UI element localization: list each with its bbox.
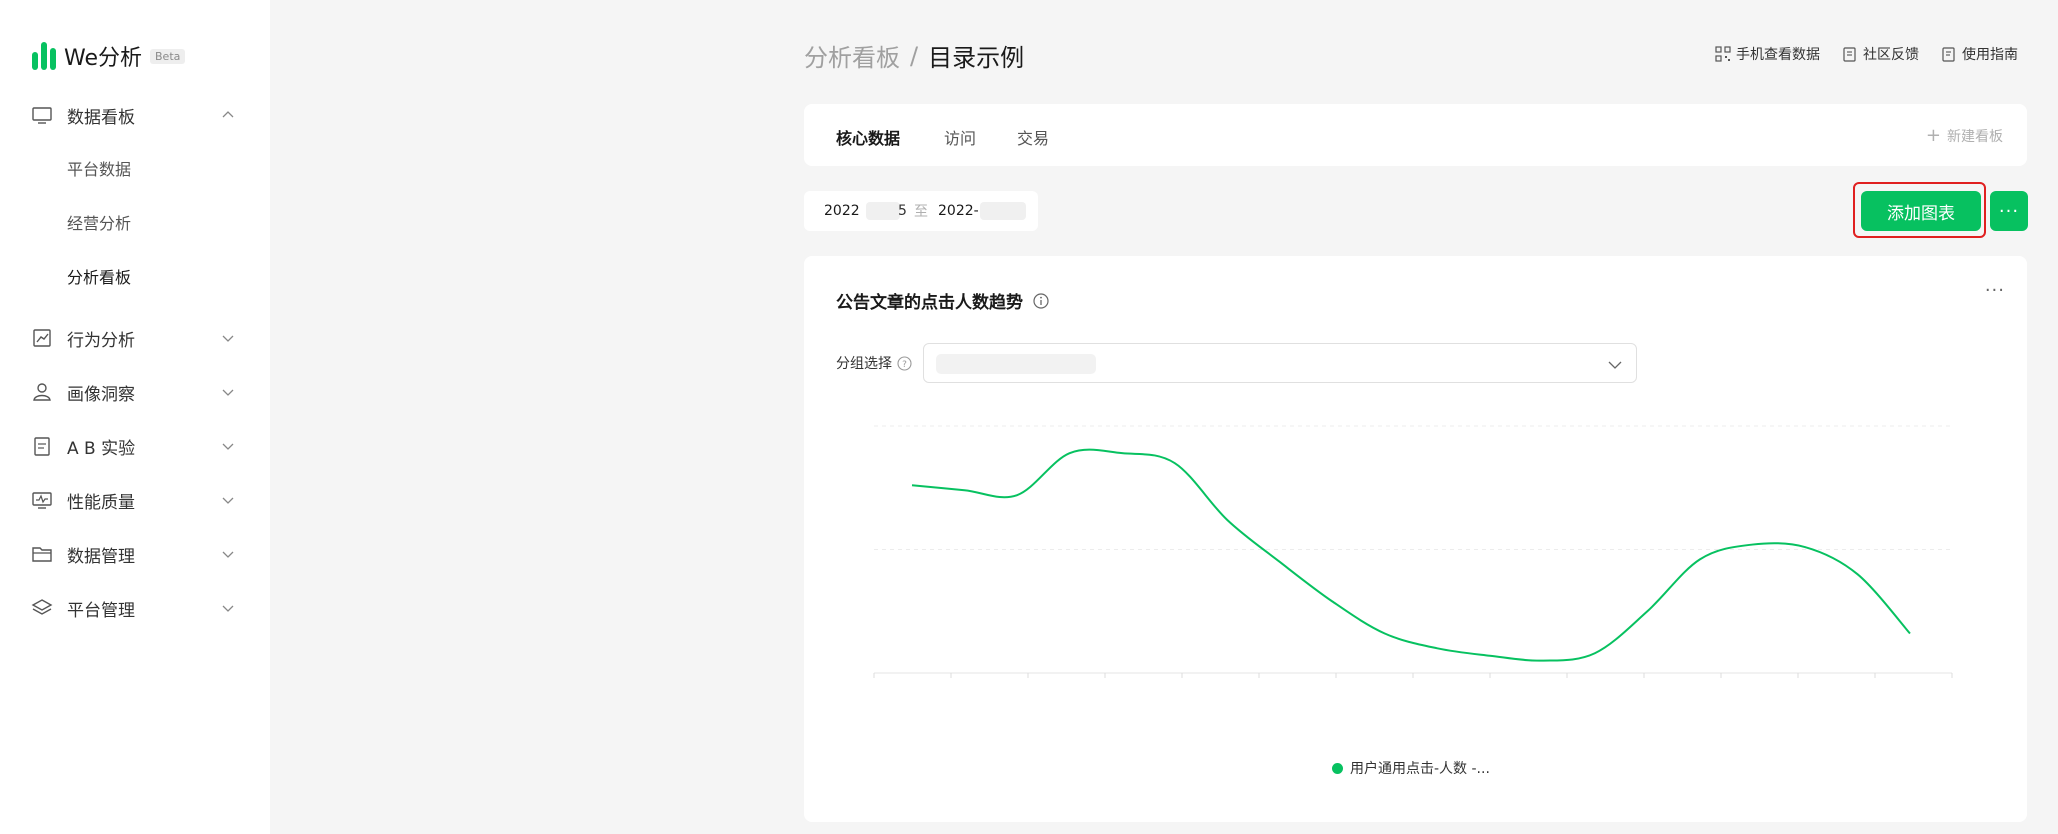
group-select[interactable] [923,343,1637,383]
layers-icon [31,599,53,615]
chevron-down-icon [222,443,234,450]
breadcrumb-parent[interactable]: 分析看板 [804,38,900,73]
sidebar-item-label: A B 实验 [67,438,136,459]
chevron-down-icon [222,335,234,342]
line-chart-icon [33,329,51,347]
user-icon [33,383,51,401]
sidebar-subitem-label: 分析看板 [67,268,132,287]
tab-core-data[interactable]: 核心数据 [836,125,900,149]
group-select-label-text: 分组选择 [836,356,892,372]
tab-visit[interactable]: 访问 [944,125,976,149]
chart-title-text: 公告文章的点击人数趋势 [836,293,1023,313]
chevron-down-icon [222,605,234,612]
community-feedback-label: 社区反馈 [1863,47,1919,63]
chevron-down-icon [1608,361,1622,369]
legend-dot-icon [1332,762,1343,774]
sidebar: We分析 Beta 数据看板 平台数据 经营分析 分析看板 行为分析 画像洞察 … [0,0,270,834]
sidebar-item-label: 性能质量 [67,492,135,513]
beta-badge: Beta [150,48,186,64]
feedback-icon [1843,47,1856,62]
date-range-picker[interactable]: 2022 5 至 2022- [804,191,1038,231]
plus-icon: + [1925,125,1941,146]
sidebar-item-performance[interactable]: 性能质量 [0,480,270,520]
group-select-label: 分组选择 ? [836,353,912,373]
redacted-patch [980,202,1026,220]
info-icon[interactable] [1033,292,1049,309]
add-chart-button[interactable]: 添加图表 [1861,191,1981,231]
date-start-tail: 5 [898,203,907,219]
chevron-down-icon [222,497,234,504]
clipboard-icon [34,437,50,456]
chart-legend[interactable]: 用户通用点击-人数 -... [1332,758,1490,778]
sidebar-item-platform-management[interactable]: 平台管理 [0,588,270,628]
sidebar-subitem-business-analysis[interactable]: 经营分析 [0,202,270,242]
qr-code-icon [1715,46,1731,62]
logo[interactable]: We分析 Beta [32,40,186,72]
sidebar-subitem-label: 平台数据 [67,160,132,179]
sidebar-subitem-analysis-board[interactable]: 分析看板 [0,256,270,296]
sidebar-item-ab-test[interactable]: A B 实验 [0,426,270,466]
date-start: 2022 [824,203,860,219]
sidebar-item-label: 平台管理 [67,600,135,621]
chart-more-button[interactable]: ··· [1985,280,2005,301]
board-tabs-card: 核心数据 访问 交易 + 新建看板 [804,104,2027,166]
mobile-view-label: 手机查看数据 [1736,47,1820,63]
breadcrumb-separator: / [910,41,919,70]
mobile-view-link[interactable]: 手机查看数据 [1715,44,1820,64]
date-to-label: 至 [914,204,928,220]
tab-transaction[interactable]: 交易 [1017,125,1049,149]
sidebar-subitem-platform-data[interactable]: 平台数据 [0,148,270,188]
user-guide-label: 使用指南 [1962,47,2018,63]
redacted-patch [866,202,900,220]
more-actions-button[interactable]: ··· [1990,191,2028,231]
line-chart [873,425,1953,678]
sidebar-item-persona-insight[interactable]: 画像洞察 [0,372,270,412]
sidebar-subitem-label: 经营分析 [67,214,132,233]
sidebar-item-data-management[interactable]: 数据管理 [0,534,270,574]
community-feedback-link[interactable]: 社区反馈 [1842,44,1919,64]
legend-label: 用户通用点击-人数 -... [1350,761,1490,777]
help-icon[interactable]: ? [897,355,912,371]
svg-text:?: ? [902,360,907,370]
sidebar-item-label: 数据看板 [67,107,135,128]
monitor-icon [32,107,52,124]
folder-icon [32,547,52,562]
chevron-up-icon [222,111,234,118]
breadcrumb: 分析看板 / 目录示例 [804,38,1024,73]
chart-title: 公告文章的点击人数趋势 [836,288,1049,313]
sidebar-item-label: 画像洞察 [67,384,135,405]
page-title: 目录示例 [928,44,1025,72]
performance-monitor-icon [32,492,52,509]
logo-mark-icon [32,42,56,70]
header-links: 手机查看数据 社区反馈 使用指南 [1693,44,2018,64]
group-select-value [936,354,1096,374]
sidebar-item-label: 行为分析 [67,330,135,351]
new-board-label: 新建看板 [1947,129,2003,145]
chevron-down-icon [222,551,234,558]
app-name: We分析 [64,46,142,71]
series-line[interactable] [911,448,1911,662]
sidebar-item-behavior-analysis[interactable]: 行为分析 [0,318,270,358]
chevron-down-icon [222,389,234,396]
sidebar-item-label: 数据管理 [67,546,135,567]
chart-card: 公告文章的点击人数趋势 ··· 分组选择 ? 用户通用点击-人数 -... [804,256,2027,822]
new-board-button[interactable]: + 新建看板 [1926,126,2003,146]
user-guide-link[interactable]: 使用指南 [1941,44,2018,64]
guide-icon [1942,47,1955,62]
sidebar-item-data-board[interactable]: 数据看板 [0,95,270,135]
date-end: 2022- [938,203,979,219]
